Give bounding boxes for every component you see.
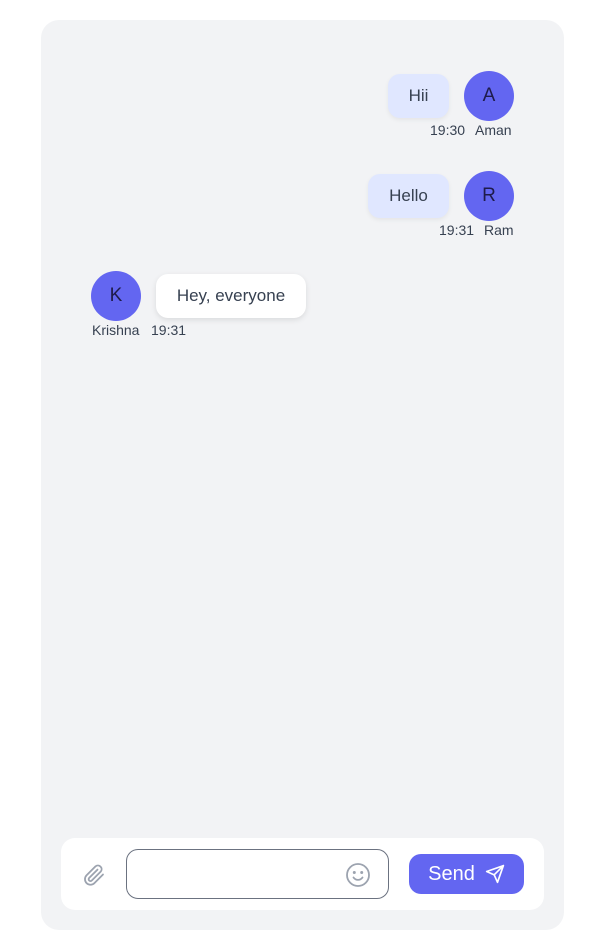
- attach-button[interactable]: [79, 860, 109, 890]
- message-time: 19:31: [439, 222, 475, 238]
- emoji-button[interactable]: [344, 861, 372, 889]
- send-button[interactable]: Send: [409, 854, 524, 894]
- send-label: Send: [428, 862, 475, 885]
- message-bubble: Hello: [368, 174, 449, 218]
- message-bubble: Hii: [388, 74, 449, 118]
- paperclip-icon: [84, 864, 104, 886]
- chat-panel: [41, 20, 564, 930]
- avatar[interactable]: K: [91, 271, 141, 321]
- avatar[interactable]: A: [464, 71, 514, 121]
- message-input-wrapper: [126, 849, 389, 899]
- message-time: 19:30: [430, 122, 466, 138]
- message-input[interactable]: [139, 858, 339, 890]
- sender-name: Aman: [475, 122, 512, 138]
- message-time: 19:31: [151, 322, 187, 338]
- sender-name: Krishna: [92, 322, 140, 338]
- paper-plane-icon: [485, 864, 505, 884]
- sender-name: Ram: [484, 222, 514, 238]
- message-bubble: Hey, everyone: [156, 274, 306, 318]
- message-composer: Send: [61, 838, 544, 910]
- smiley-icon: [346, 863, 370, 887]
- avatar[interactable]: R: [464, 171, 514, 221]
